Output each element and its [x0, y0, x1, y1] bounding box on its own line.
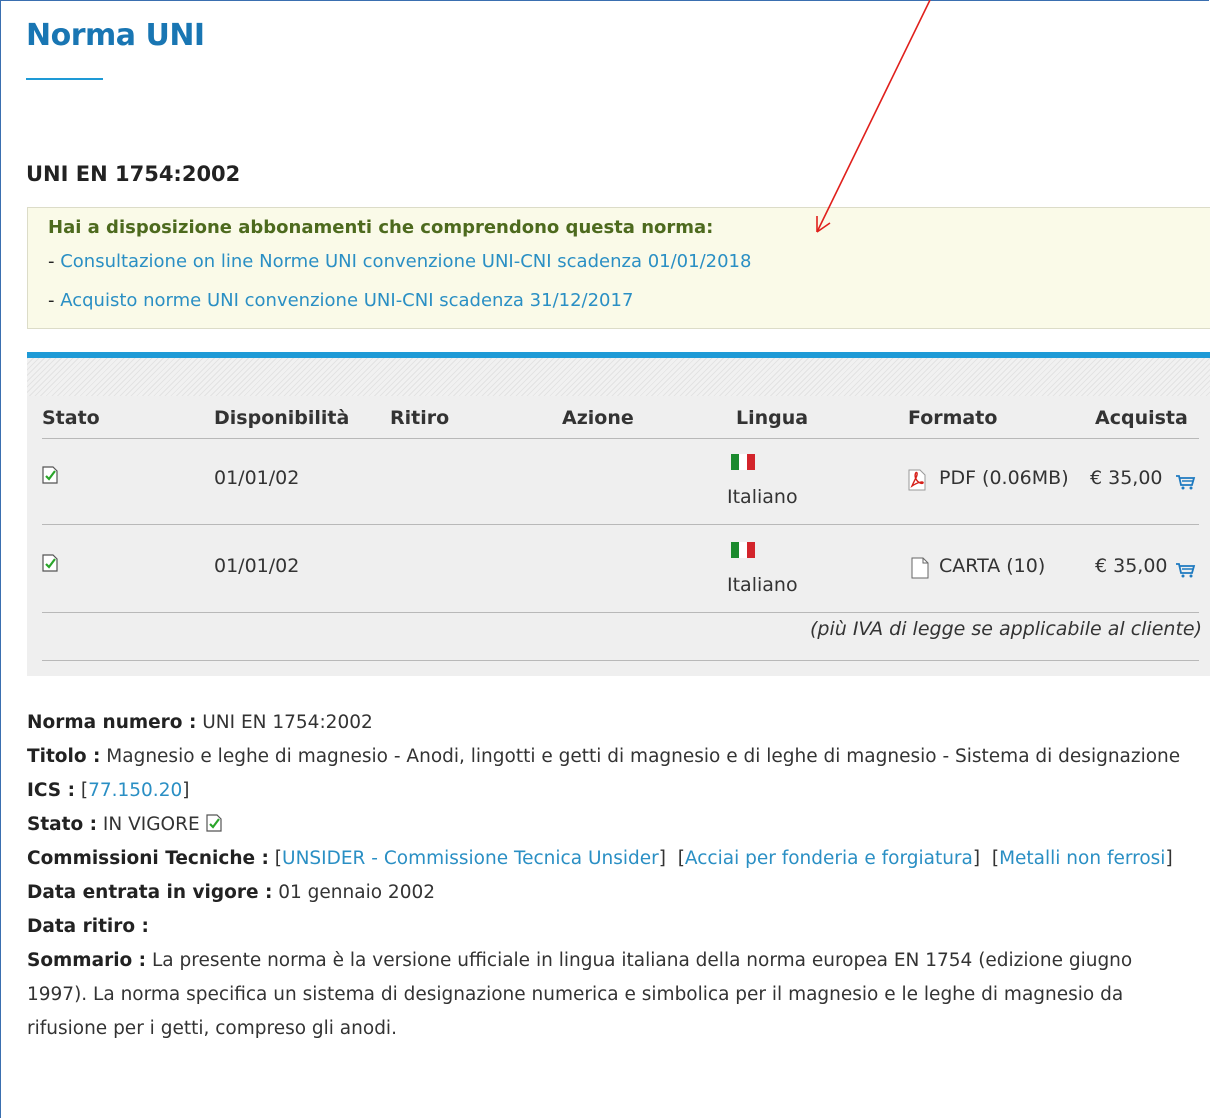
italy-flag-icon: [731, 542, 755, 558]
subscriptions-box: Hai a disposizione abbonamenti che compr…: [27, 207, 1210, 329]
cart-icon[interactable]: [1175, 562, 1197, 578]
ics-bracket-close: ]: [182, 780, 190, 801]
detail-label: Data entrata in vigore :: [27, 882, 273, 903]
cart-icon[interactable]: [1175, 474, 1197, 490]
format-label[interactable]: CARTA (10): [939, 555, 1045, 577]
purchase-table: Stato Disponibilità Ritiro Azione Lingua…: [27, 352, 1210, 676]
subscription-link-acquisto[interactable]: Acquisto norme UNI convenzione UNI-CNI s…: [60, 290, 633, 311]
vat-note: (più IVA di legge se applicabile al clie…: [809, 618, 1202, 640]
language-label: Italiano: [727, 486, 798, 508]
detail-data-vigore: Data entrata in vigore : 01 gennaio 2002: [27, 876, 1197, 910]
ics-link[interactable]: 77.150.20: [88, 780, 182, 801]
commission-link-metalli[interactable]: Metalli non ferrosi: [999, 848, 1165, 869]
detail-stato: Stato : IN VIGORE: [27, 808, 1197, 842]
detail-label: Norma numero :: [27, 712, 197, 733]
detail-label: Sommario :: [27, 950, 147, 971]
col-header-formato: Formato: [908, 407, 998, 429]
valid-check-icon: [42, 554, 58, 572]
commission-link-unsider[interactable]: UNSIDER - Commissione Tecnica Unsider: [282, 848, 659, 869]
table-stripe-band: [27, 358, 1210, 396]
valid-check-icon: [205, 814, 222, 832]
subscription-item-prefix: -: [48, 290, 61, 311]
subscription-item: - Consultazione on line Norme UNI conven…: [48, 251, 751, 272]
detail-value: 01 gennaio 2002: [272, 882, 436, 903]
subscription-item: - Acquisto norme UNI convenzione UNI-CNI…: [48, 290, 633, 311]
col-header-stato: Stato: [42, 407, 100, 429]
language-label: Italiano: [727, 574, 798, 596]
detail-value: La presente norma è la versione ufficial…: [27, 950, 1133, 1039]
subscription-link-consultazione[interactable]: Consultazione on line Norme UNI convenzi…: [60, 251, 751, 272]
col-header-ritiro: Ritiro: [390, 407, 450, 429]
format-label[interactable]: PDF (0.06MB): [939, 467, 1069, 489]
row-divider: [42, 612, 1199, 613]
commission-link-acciai[interactable]: Acciai per fonderia e forgiatura: [685, 848, 973, 869]
price-label: € 35,00: [1095, 555, 1168, 577]
norm-code-heading: UNI EN 1754:2002: [26, 162, 241, 186]
ics-bracket-open: [: [74, 780, 89, 801]
col-header-lingua: Lingua: [736, 407, 809, 429]
italy-flag-icon: [731, 454, 755, 470]
detail-label: Titolo :: [27, 746, 101, 767]
norm-details: Norma numero : UNI EN 1754:2002 Titolo :…: [27, 706, 1197, 1046]
page-title: Norma UNI: [26, 18, 205, 53]
detail-commissioni: Commissioni Tecniche : [UNSIDER - Commis…: [27, 848, 1173, 869]
availability-date: 01/01/02: [214, 467, 300, 489]
col-header-azione: Azione: [562, 407, 634, 429]
valid-check-icon: [42, 466, 58, 484]
row-divider: [42, 524, 1199, 525]
detail-label: Stato :: [27, 814, 98, 835]
detail-value: IN VIGORE: [97, 814, 200, 835]
header-divider: [42, 438, 1199, 439]
detail-value: UNI EN 1754:2002: [196, 712, 373, 733]
detail-label: Commissioni Tecniche :: [27, 848, 269, 869]
detail-sommario: Sommario : La presente norma è la versio…: [27, 944, 1197, 1046]
title-underline: [26, 78, 103, 80]
detail-data-ritiro: Data ritiro :: [27, 910, 1197, 944]
detail-value: Magnesio e leghe di magnesio - Anodi, li…: [100, 746, 1181, 767]
detail-titolo: Titolo : Magnesio e leghe di magnesio - …: [27, 740, 1197, 774]
col-header-acquista: Acquista: [1095, 407, 1188, 429]
price-label: € 35,00: [1090, 467, 1163, 489]
subscription-item-prefix: -: [48, 251, 61, 272]
detail-ics: ICS : [77.150.20]: [27, 774, 1197, 808]
detail-label: ICS :: [27, 780, 75, 801]
detail-label: Data ritiro :: [27, 916, 149, 937]
table-bottom-divider: [42, 660, 1199, 661]
col-header-disponibilita: Disponibilità: [214, 407, 350, 429]
subscriptions-heading: Hai a disposizione abbonamenti che compr…: [48, 217, 714, 238]
availability-date: 01/01/02: [214, 555, 300, 577]
paper-document-icon: [911, 557, 929, 579]
pdf-icon: [908, 469, 926, 491]
detail-numero: Norma numero : UNI EN 1754:2002: [27, 706, 1197, 740]
